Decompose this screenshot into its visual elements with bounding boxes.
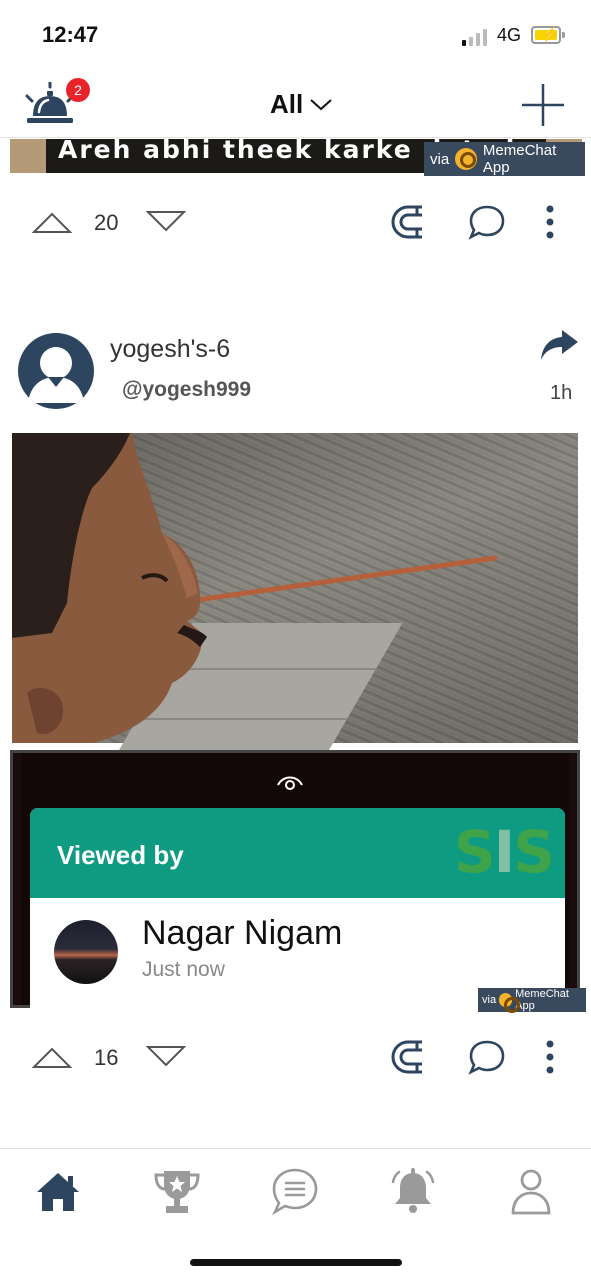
chat-bubble-icon [468, 205, 505, 240]
share-button[interactable] [538, 328, 580, 364]
vertical-dots-icon [546, 205, 554, 239]
comment-button[interactable] [467, 202, 507, 242]
avatar[interactable] [18, 333, 94, 409]
chat-icon [272, 1168, 318, 1216]
nav-home[interactable] [33, 1167, 83, 1217]
triangle-down-icon [145, 211, 187, 232]
watermark-via: via [430, 150, 450, 168]
post-timestamp: 1h [550, 382, 573, 404]
magnet-button[interactable] [388, 202, 428, 242]
nav-leaderboard[interactable] [152, 1167, 202, 1217]
watermark-badge: via MemeChat App [478, 988, 586, 1013]
nav-profile[interactable] [506, 1167, 556, 1217]
upvote-button[interactable] [31, 202, 73, 242]
man-face-illustration [12, 433, 207, 743]
battery-icon: ⚡ [531, 26, 565, 44]
eye-icon [277, 776, 303, 790]
triangle-down-icon [145, 1046, 187, 1067]
nav-chat[interactable] [270, 1167, 320, 1217]
vote-count: 20 [94, 210, 119, 235]
new-post-button[interactable] [520, 82, 566, 128]
notification-count-badge: 2 [66, 78, 90, 102]
nav-notifications[interactable] [388, 1167, 438, 1217]
user-avatar-icon [28, 347, 84, 403]
downvote-button[interactable] [145, 202, 187, 242]
magnet-icon [391, 205, 422, 239]
viewer-time: Just now [142, 958, 225, 981]
comment-button[interactable] [467, 1037, 507, 1077]
downvote-button[interactable] [145, 1037, 187, 1077]
feed-filter-dropdown[interactable]: All [270, 88, 333, 120]
post-author-name[interactable]: yogesh's-6 [110, 335, 230, 364]
home-icon [37, 1173, 79, 1211]
post-actions: 16 [0, 1027, 591, 1087]
watermark-via: via [482, 994, 497, 1006]
magnet-icon [391, 1040, 422, 1074]
network-label: 4G [497, 25, 522, 45]
feed-filter-label: All [270, 88, 304, 119]
chevron-down-icon [310, 99, 332, 111]
status-bar: 12:47 4G ⚡ [0, 0, 591, 70]
ok-hand-icon [499, 993, 521, 1013]
viewed-by-label: Viewed by [57, 840, 184, 870]
viewer-name: Nagar Nigam [142, 914, 343, 952]
share-arrow-icon [541, 330, 578, 360]
profile-icon [511, 1169, 551, 1215]
chat-bubble-icon [468, 1040, 505, 1075]
triangle-up-icon [31, 1047, 73, 1068]
vertical-dots-icon [546, 1040, 554, 1074]
more-options-button[interactable] [530, 1037, 570, 1077]
ok-hand-icon [455, 148, 477, 170]
upvote-button[interactable] [31, 1037, 73, 1077]
top-bar: All [0, 70, 591, 138]
plus-icon [522, 84, 564, 126]
watermark-app: MemeChat App [482, 142, 557, 176]
trophy-icon [154, 1171, 200, 1213]
vote-count: 16 [94, 1045, 119, 1070]
magnet-button[interactable] [388, 1037, 428, 1077]
previous-post-actions: 20 [0, 192, 591, 252]
home-indicator[interactable] [190, 1259, 402, 1266]
post-author-handle[interactable]: @yogesh999 [122, 378, 251, 402]
story-screenshot: Viewed by SIS Nagar Nigam Just now [10, 750, 580, 1008]
watermark-app: MemeChat App [515, 988, 569, 1012]
post-image[interactable]: Viewed by SIS Nagar Nigam Just now [10, 431, 580, 1008]
brand-logo: SIS [453, 818, 555, 886]
signal-icon [462, 28, 490, 46]
viewed-by-card: Viewed by SIS Nagar Nigam Just now [30, 808, 565, 1008]
bottom-navigation [0, 1148, 591, 1248]
watermark-badge: via MemeChat App [424, 142, 585, 176]
status-time: 12:47 [42, 22, 99, 47]
triangle-up-icon [31, 212, 73, 233]
viewer-avatar [54, 920, 118, 984]
bell-icon [391, 1168, 435, 1213]
more-options-button[interactable] [530, 202, 570, 242]
meme-photo [12, 433, 578, 763]
